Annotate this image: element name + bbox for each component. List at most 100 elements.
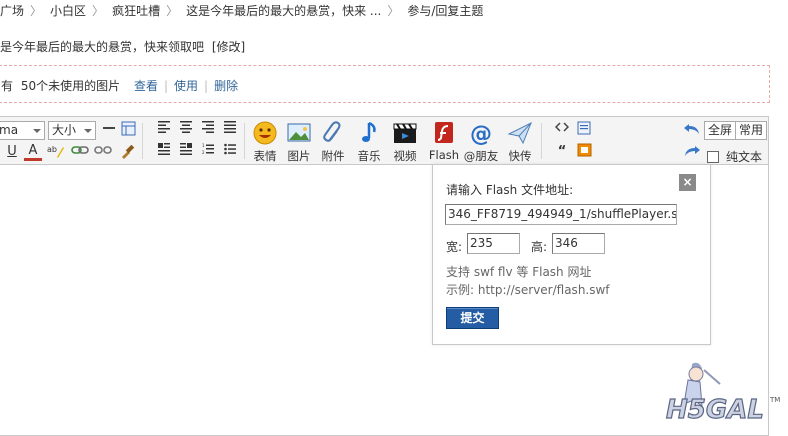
- fullscreen-label: 全屏: [708, 123, 733, 137]
- font-family-value: ma: [0, 123, 19, 137]
- breadcrumb-separator: 〉: [30, 4, 43, 18]
- delete-images-link[interactable]: 删除: [214, 79, 238, 93]
- fast-upload-button[interactable]: 快传: [503, 121, 537, 163]
- breadcrumb-item-xiaobai[interactable]: 小白区: [50, 2, 86, 19]
- flash-url-prompt: 请输入 Flash 文件地址:: [446, 183, 574, 197]
- align-right-icon[interactable]: [199, 121, 217, 139]
- flash-url-input[interactable]: 346_FF8719_494949_1/shufflePlayer.swf: [445, 204, 677, 225]
- redo-icon[interactable]: [683, 144, 701, 162]
- svg-text:1: 1: [202, 143, 205, 148]
- attachment-button[interactable]: 附件: [316, 121, 350, 163]
- submit-button[interactable]: 提交: [446, 307, 499, 329]
- divider: |: [204, 79, 209, 93]
- unused-images-count: 50个未使用的图片: [20, 79, 121, 93]
- attachment-label: 附件: [321, 149, 345, 163]
- at-sign-icon: @: [470, 122, 492, 145]
- height-input[interactable]: 346: [552, 233, 605, 254]
- font-family-select[interactable]: ma: [0, 121, 45, 140]
- view-images-link[interactable]: 查看: [134, 79, 158, 93]
- music-label: 音乐: [357, 149, 381, 163]
- common-button[interactable]: 常用: [735, 121, 768, 140]
- chevron-down-icon: [33, 129, 41, 133]
- width-input[interactable]: 235: [467, 233, 520, 254]
- height-label: 高:: [531, 240, 548, 254]
- flash-url-dialog: × 请输入 Flash 文件地址: 346_FF8719_494949_1/sh…: [432, 164, 711, 345]
- align-center-icon[interactable]: [177, 121, 195, 139]
- h5gal-logo: H5GAL TM: [660, 360, 780, 430]
- image-label: 图片: [287, 149, 311, 163]
- breadcrumb-separator: 〉: [92, 4, 105, 18]
- horizontal-rule-icon[interactable]: [100, 121, 118, 139]
- smiley-icon: [253, 121, 277, 145]
- clapperboard-icon: [393, 123, 417, 143]
- align-left-icon[interactable]: [155, 121, 173, 139]
- text-color-icon[interactable]: A: [24, 143, 42, 161]
- quote-icon[interactable]: “: [553, 143, 571, 161]
- float-right-icon[interactable]: [177, 143, 195, 161]
- unlink-icon[interactable]: [94, 143, 112, 161]
- divider: |: [163, 79, 169, 93]
- flash-label: Flash: [428, 148, 460, 162]
- toolbar-divider: [541, 123, 542, 159]
- use-images-link[interactable]: 使用: [174, 79, 198, 93]
- table-icon[interactable]: [119, 121, 137, 139]
- logo-wordmark: H5GAL: [666, 395, 764, 425]
- supported-formats-hint: 支持 swf flv 等 Flash 网址: [446, 265, 592, 279]
- plain-text-checkbox[interactable]: [707, 151, 719, 163]
- emoji-label: 表情: [253, 149, 277, 163]
- ordered-list-icon[interactable]: 12: [199, 143, 217, 161]
- flash-button[interactable]: Flash: [427, 121, 461, 163]
- code-icon[interactable]: [553, 121, 571, 139]
- mascot-logo-image: H5GAL: [665, 362, 764, 426]
- music-button[interactable]: 音乐: [352, 121, 386, 163]
- flash-icon: [435, 122, 453, 143]
- font-size-select[interactable]: 大小: [48, 121, 96, 140]
- common-label: 常用: [739, 123, 764, 137]
- breadcrumb-item-reply: 参与/回复主题: [407, 4, 484, 18]
- trademark-mark: TM: [770, 396, 781, 404]
- paper-plane-icon: [507, 121, 532, 145]
- image-button[interactable]: 图片: [282, 121, 316, 163]
- close-icon[interactable]: ×: [679, 174, 696, 191]
- chevron-down-icon: [84, 129, 92, 133]
- breadcrumb-item-plaza[interactable]: 广场: [0, 2, 24, 19]
- fullscreen-button[interactable]: 全屏: [704, 121, 737, 140]
- breadcrumb-item-thread[interactable]: 这是今年最后的最大的悬赏，快来 ...: [186, 2, 381, 19]
- highlight-icon[interactable]: ab: [47, 143, 65, 161]
- breadcrumb-separator: 〉: [166, 4, 179, 18]
- video-label: 视频: [393, 149, 417, 163]
- music-note-icon: [362, 121, 376, 142]
- width-label: 宽:: [446, 240, 463, 254]
- clear-format-brush-icon[interactable]: [119, 143, 137, 161]
- example-url-hint: 示例: http://server/flash.swf: [446, 283, 610, 297]
- free-icon[interactable]: [575, 143, 593, 161]
- emoji-button[interactable]: 表情: [248, 121, 282, 163]
- toolbar-divider: [244, 123, 245, 159]
- video-button[interactable]: 视频: [388, 121, 422, 163]
- underline-icon[interactable]: U: [3, 143, 21, 161]
- align-justify-icon[interactable]: [221, 121, 239, 139]
- breadcrumb-separator: 〉: [387, 4, 400, 18]
- unused-images-notice: 有 50个未使用的图片 查看 | 使用 | 删除: [0, 65, 770, 103]
- picture-icon: [287, 123, 311, 142]
- link-icon[interactable]: [71, 143, 89, 161]
- at-friend-button[interactable]: @ @朋友: [462, 121, 500, 163]
- font-size-value: 大小: [52, 123, 77, 137]
- toolbar-divider: [142, 123, 143, 159]
- edit-title-link[interactable]: [修改]: [212, 40, 245, 54]
- breadcrumb-item-tucao[interactable]: 疯狂吐槽: [112, 2, 160, 19]
- at-friend-label: @朋友: [463, 149, 499, 163]
- paperclip-icon: [323, 121, 341, 142]
- plain-text-label: 纯文本: [726, 150, 763, 164]
- post-title-text: 是今年最后的最大的悬赏，快来领取吧: [0, 40, 205, 54]
- float-left-icon[interactable]: [155, 143, 173, 161]
- notice-prefix: 有: [1, 79, 14, 93]
- unordered-list-icon[interactable]: [221, 143, 239, 161]
- svg-text:@: @: [470, 122, 492, 145]
- svg-text:2: 2: [202, 150, 205, 155]
- breadcrumb: 广场〉小白区〉疯狂吐槽〉这是今年最后的最大的悬赏，快来 ... 〉参与/回复主题: [0, 2, 483, 20]
- fast-upload-label: 快传: [508, 149, 532, 163]
- source-view-icon[interactable]: [575, 121, 593, 139]
- undo-icon[interactable]: [683, 122, 701, 140]
- editor-toolbar: ma 大小 U A ab 1 2 表情 图片 附件 音乐 视频 Flash @ …: [0, 117, 768, 165]
